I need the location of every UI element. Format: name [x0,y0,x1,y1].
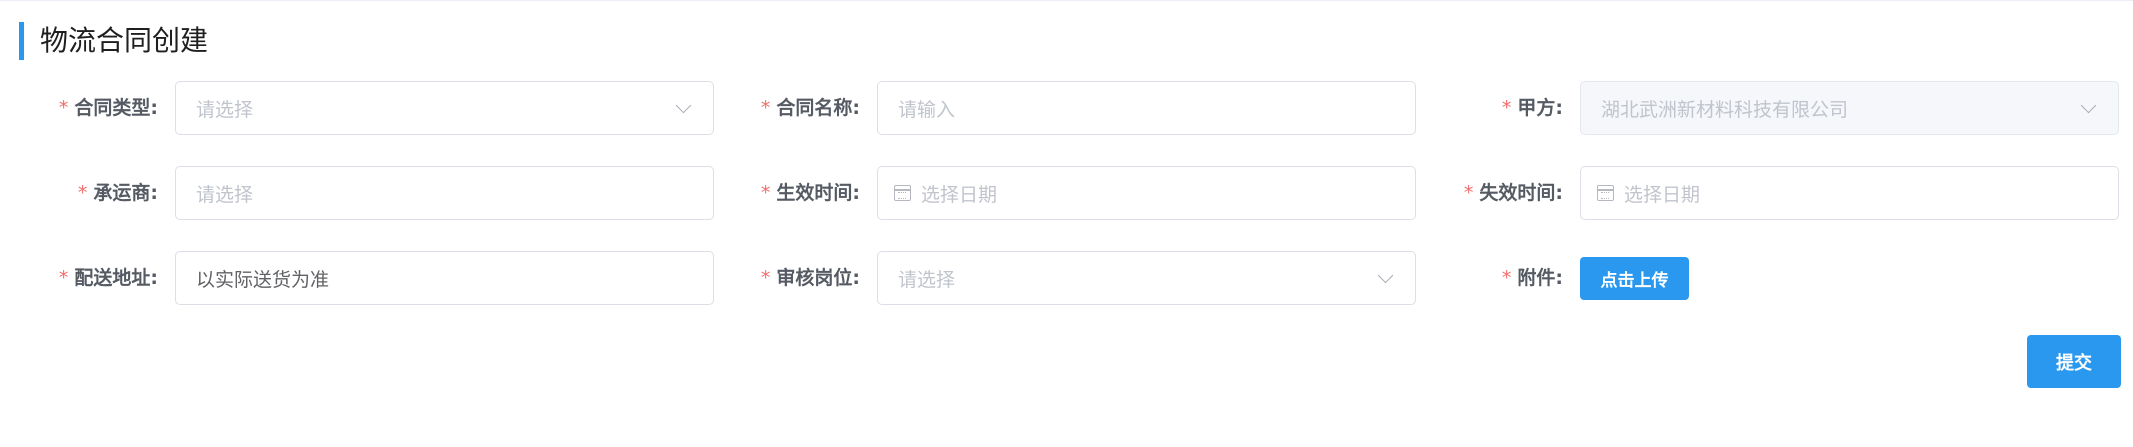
review-position-select[interactable]: 请选择 [877,251,1416,305]
contract-type-label: * 合同类型: [58,97,158,119]
carrier-select[interactable]: 请选择 [175,166,714,220]
submit-button[interactable]: 提交 [2027,335,2121,388]
contract-name-input[interactable]: 请输入 [877,81,1416,135]
party-a-label: * 甲方: [1501,97,1563,119]
carrier-label: * 承运商: [77,182,158,204]
contract-type-select[interactable]: 请选择 [175,81,714,135]
required-mark: * [760,267,771,289]
expiry-date-placeholder: 选择日期 [1624,183,1701,206]
top-divider [0,0,2133,1]
required-mark: * [77,182,88,204]
effective-date-placeholder: 选择日期 [921,183,998,206]
carrier-placeholder: 请选择 [196,183,254,206]
review-position-label: * 审核岗位: [760,267,860,289]
calendar-icon [894,185,911,201]
party-a-select[interactable]: 湖北武洲新材料科技有限公司 [1580,81,2119,135]
delivery-address-input[interactable]: 以实际送货为准 [175,251,714,305]
page-title: 物流合同创建 [40,24,209,57]
party-a-value: 湖北武洲新材料科技有限公司 [1601,98,1849,121]
attachment-label: * 附件: [1501,267,1563,289]
contract-name-label: * 合同名称: [760,97,860,119]
calendar-icon [1597,185,1614,201]
effective-date-label: * 生效时间: [760,182,860,204]
required-mark: * [1501,267,1512,289]
review-position-placeholder: 请选择 [898,268,956,291]
expiry-date-label: * 失效时间: [1463,182,1563,204]
required-mark: * [58,97,69,119]
chevron-down-icon [2080,97,2097,113]
title-accent-bar [19,22,24,60]
contract-type-placeholder: 请选择 [196,98,254,121]
required-mark: * [760,97,771,119]
effective-date-picker[interactable]: 选择日期 [877,166,1416,220]
required-mark: * [760,182,771,204]
contract-name-placeholder: 请输入 [898,98,956,121]
expiry-date-picker[interactable]: 选择日期 [1580,166,2119,220]
required-mark: * [1501,97,1512,119]
upload-button[interactable]: 点击上传 [1580,257,1689,300]
required-mark: * [58,267,69,289]
delivery-address-value: 以实际送货为准 [196,268,330,291]
delivery-address-label: * 配送地址: [58,267,158,289]
required-mark: * [1463,182,1474,204]
